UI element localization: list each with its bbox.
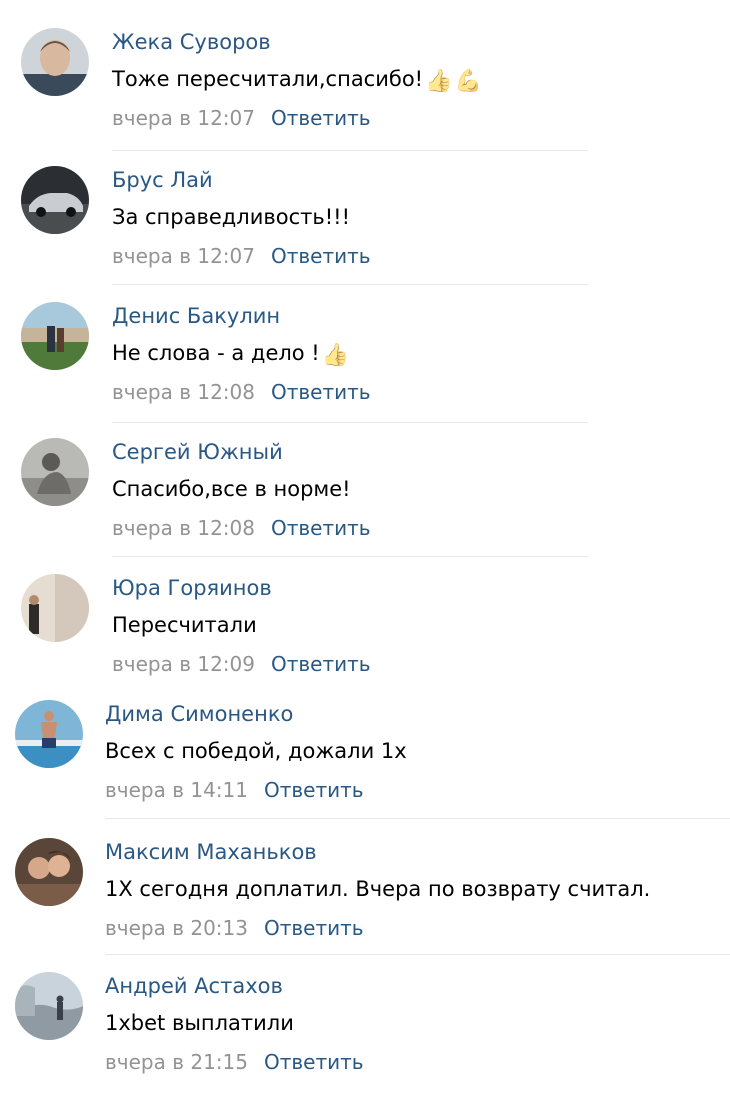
user-photo-icon	[21, 438, 89, 506]
comment-author[interactable]: Денис Бакулин	[112, 302, 280, 330]
comment-author[interactable]: Брус Лай	[112, 166, 213, 194]
comment-item: Жека Суворов Тоже пересчитали,спасибо!👍💪…	[0, 20, 730, 156]
comment-item: Юра Горяинов Пересчитали вчера в 12:09 От…	[0, 564, 730, 700]
comment-meta: вчера в 12:08 Ответить	[112, 514, 371, 542]
comment-meta: вчера в 14:11 Ответить	[105, 776, 364, 804]
comment-text-body: 1Х сегодня доплатил. Вчера по возврату с…	[105, 877, 651, 901]
avatar[interactable]	[21, 302, 89, 370]
comment-meta: вчера в 12:07 Ответить	[112, 104, 371, 132]
reply-link[interactable]: Ответить	[264, 778, 364, 802]
avatar[interactable]	[21, 438, 89, 506]
comment-author[interactable]: Сергей Южный	[112, 438, 283, 466]
comment-author[interactable]: Дима Симоненко	[105, 700, 293, 728]
avatar[interactable]	[15, 972, 83, 1040]
avatar[interactable]	[15, 700, 83, 768]
avatar[interactable]	[15, 838, 83, 906]
user-photo-icon	[21, 166, 89, 234]
user-photo-icon	[21, 574, 89, 642]
reply-link[interactable]: Ответить	[264, 916, 364, 940]
divider	[105, 818, 730, 819]
reply-link[interactable]: Ответить	[264, 1050, 364, 1074]
comment-author[interactable]: Максим Маханьков	[105, 838, 317, 866]
reply-link[interactable]: Ответить	[271, 380, 371, 404]
reply-link[interactable]: Ответить	[271, 106, 371, 130]
reply-link[interactable]: Ответить	[271, 652, 371, 676]
comment-text: Всех с победой, дожали 1х	[105, 736, 407, 766]
divider	[105, 954, 730, 955]
comment-text-body: Тоже пересчитали,спасибо!	[112, 67, 424, 91]
comment-text: Пересчитали	[112, 610, 257, 640]
reply-link[interactable]: Ответить	[271, 516, 371, 540]
comment-meta: вчера в 12:09 Ответить	[112, 650, 371, 678]
avatar[interactable]	[21, 574, 89, 642]
comment-meta: вчера в 12:08 Ответить	[112, 378, 371, 406]
comment-item: Сергей Южный Спасибо,все в норме! вчера …	[0, 428, 730, 564]
comment-item: Денис Бакулин Не слова - а дело !👍 вчера…	[0, 292, 730, 428]
comment-time[interactable]: вчера в 20:13	[105, 916, 248, 940]
thumbs-up-icon: 👍	[425, 69, 453, 94]
comment-text: 1Х сегодня доплатил. Вчера по возврату с…	[105, 874, 650, 904]
comment-text-body: Спасибо,все в норме!	[112, 477, 351, 501]
comment-item: Максим Маханьков 1Х сегодня доплатил. Вч…	[0, 828, 730, 964]
comment-author[interactable]: Юра Горяинов	[112, 574, 272, 602]
avatar[interactable]	[21, 166, 89, 234]
comment-item: Андрей Астахов 1xbet выплатили вчера в 2…	[0, 964, 730, 1100]
comment-time[interactable]: вчера в 12:09	[112, 652, 255, 676]
comment-text: Тоже пересчитали,спасибо!👍💪	[112, 64, 482, 94]
comment-author[interactable]: Андрей Астахов	[105, 972, 283, 1000]
reply-link[interactable]: Ответить	[271, 244, 371, 268]
comment-item: Дима Симоненко Всех с победой, дожали 1х…	[0, 692, 730, 828]
comment-text: За справедливость!!!	[112, 202, 350, 232]
comment-text-body: Не слова - а дело !	[112, 341, 320, 365]
comment-text: Спасибо,все в норме!	[112, 474, 351, 504]
comment-meta: вчера в 12:07 Ответить	[112, 242, 371, 270]
comment-text-body: Пересчитали	[112, 613, 257, 637]
user-photo-icon	[15, 838, 83, 906]
user-photo-icon	[15, 700, 83, 768]
divider	[112, 284, 588, 285]
divider	[112, 150, 588, 151]
comment-text: 1xbet выплатили	[105, 1008, 294, 1038]
divider	[112, 556, 588, 557]
divider	[112, 422, 588, 423]
user-photo-icon	[21, 28, 89, 96]
user-photo-icon	[21, 302, 89, 370]
comment-time[interactable]: вчера в 21:15	[105, 1050, 248, 1074]
user-photo-icon	[15, 972, 83, 1040]
comment-meta: вчера в 21:15 Ответить	[105, 1048, 364, 1076]
comment-text-body: 1xbet выплатили	[105, 1011, 294, 1035]
comment-time[interactable]: вчера в 12:07	[112, 244, 255, 268]
comment-author[interactable]: Жека Суворов	[112, 28, 271, 56]
comment-time[interactable]: вчера в 14:11	[105, 778, 248, 802]
comment-time[interactable]: вчера в 12:08	[112, 380, 255, 404]
avatar[interactable]	[21, 28, 89, 96]
thumbs-up-icon: 👍	[321, 343, 350, 368]
comment-time[interactable]: вчера в 12:07	[112, 106, 255, 130]
comment-meta: вчера в 20:13 Ответить	[105, 914, 364, 942]
comment-text-body: За справедливость!!!	[112, 205, 351, 229]
comment-text: Не слова - а дело !👍	[112, 338, 349, 368]
comment-text-body: Всех с победой, дожали 1х	[105, 739, 407, 763]
flexed-biceps-icon: 💪	[454, 69, 482, 94]
comment-time[interactable]: вчера в 12:08	[112, 516, 255, 540]
comment-item: Брус Лай За справедливость!!! вчера в 12…	[0, 156, 730, 292]
